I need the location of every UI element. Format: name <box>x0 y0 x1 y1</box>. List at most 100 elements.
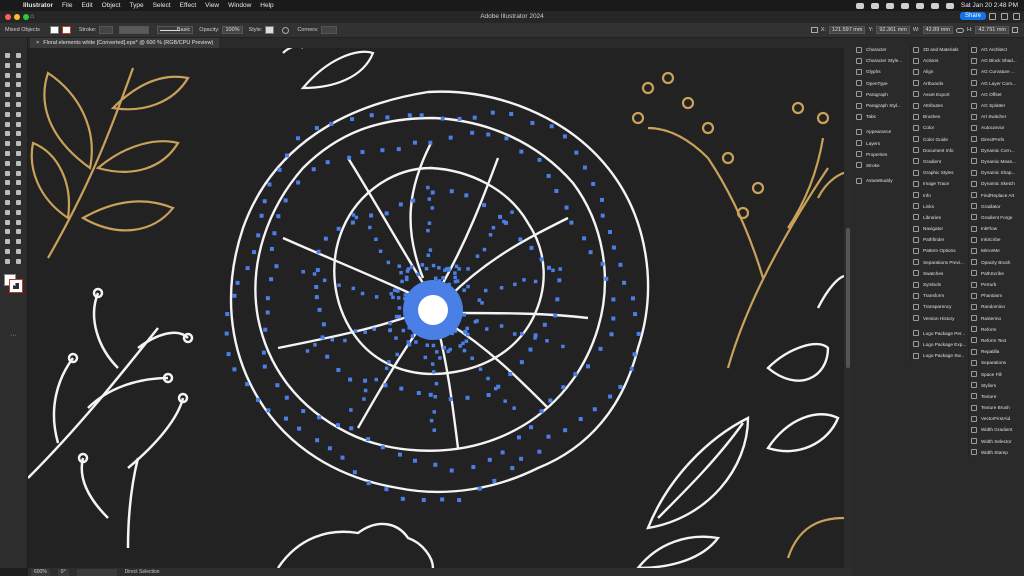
anchor-point[interactable] <box>398 202 403 207</box>
panel-item[interactable]: Libraries <box>913 212 966 223</box>
panel-item[interactable]: Dynamic Sketch <box>971 178 1022 189</box>
anchor-point[interactable] <box>352 470 357 475</box>
tool-icon[interactable] <box>14 72 23 79</box>
panel-item[interactable]: Artboards <box>913 78 966 89</box>
anchor-point[interactable] <box>431 370 436 374</box>
anchor-point[interactable] <box>611 245 616 250</box>
anchor-point[interactable] <box>403 296 407 301</box>
anchor-point[interactable] <box>546 434 551 439</box>
anchor-point[interactable] <box>340 455 345 460</box>
anchor-point[interactable] <box>350 220 355 225</box>
panel-item[interactable]: Color Guide <box>913 134 966 145</box>
anchor-point[interactable] <box>433 462 438 467</box>
anchor-point[interactable] <box>225 312 230 317</box>
anchor-point[interactable] <box>455 304 459 308</box>
anchor-point[interactable] <box>604 276 609 281</box>
tool-icon[interactable] <box>14 189 23 196</box>
anchor-point[interactable] <box>412 330 417 335</box>
anchor-point[interactable] <box>416 391 421 396</box>
more-tools-icon[interactable]: ··· <box>10 332 17 339</box>
anchor-point[interactable] <box>256 233 261 238</box>
anchor-point[interactable] <box>235 280 240 285</box>
menu-file[interactable]: File <box>62 2 72 9</box>
anchor-point[interactable] <box>551 268 555 273</box>
tool-icon[interactable] <box>14 228 23 235</box>
tool-icon[interactable] <box>14 199 23 206</box>
anchor-point[interactable] <box>513 282 517 287</box>
anchor-point[interactable] <box>392 288 397 293</box>
anchor-point[interactable] <box>454 318 459 323</box>
panel-item[interactable]: AG Architect <box>971 44 1022 55</box>
anchor-point[interactable] <box>399 270 403 275</box>
panel-item[interactable]: OpenType <box>856 78 908 89</box>
anchor-point[interactable] <box>432 428 437 432</box>
menubar-clock[interactable]: Sat Jan 20 2:48 PM <box>961 2 1018 9</box>
anchor-point[interactable] <box>529 425 534 430</box>
tool-icon[interactable] <box>3 219 12 226</box>
panel-item[interactable]: AG Curvature ... <box>971 66 1022 77</box>
anchor-point[interactable] <box>558 267 563 271</box>
anchor-point[interactable] <box>516 435 521 440</box>
tool-icon[interactable] <box>14 248 23 255</box>
anchor-point[interactable] <box>314 284 319 289</box>
anchor-point[interactable] <box>449 189 454 194</box>
anchor-point[interactable] <box>519 360 524 365</box>
panel-item[interactable]: PathScribe <box>971 268 1022 279</box>
panel-item[interactable]: Dynamic Shap... <box>971 167 1022 178</box>
anchor-point[interactable] <box>363 388 368 393</box>
tool-icon[interactable] <box>14 130 23 137</box>
anchor-point[interactable] <box>457 116 462 121</box>
anchor-point[interactable] <box>360 291 365 296</box>
panel-item[interactable]: Texture <box>971 391 1022 402</box>
status-extra-icon[interactable] <box>855 2 864 9</box>
anchor-point[interactable] <box>548 398 553 403</box>
panel-item[interactable]: Stroke <box>856 160 908 171</box>
tool-icon[interactable] <box>3 238 12 245</box>
anchor-point[interactable] <box>453 271 457 275</box>
anchor-point[interactable] <box>537 157 542 162</box>
anchor-point[interactable] <box>262 199 267 204</box>
graphic-style-swatch[interactable] <box>265 26 275 34</box>
panel-item[interactable]: AG Block Shad... <box>971 55 1022 66</box>
stroke-weight-field[interactable] <box>99 26 114 34</box>
panel-item[interactable]: Width Selector <box>971 436 1022 447</box>
anchor-point[interactable] <box>499 286 504 290</box>
anchor-point[interactable] <box>325 354 330 359</box>
tool-icon[interactable] <box>3 140 12 147</box>
anchor-point[interactable] <box>301 269 305 274</box>
anchor-point[interactable] <box>441 276 445 280</box>
panel-item[interactable]: Logo Package Exp... <box>913 339 966 350</box>
menu-help[interactable]: Help <box>260 2 273 9</box>
anchor-point[interactable] <box>473 320 478 324</box>
anchor-point[interactable] <box>512 332 517 336</box>
anchor-point[interactable] <box>430 206 435 210</box>
anchor-point[interactable] <box>546 265 551 270</box>
anchor-point[interactable] <box>510 210 514 214</box>
anchor-point[interactable] <box>562 134 567 139</box>
transform-menu-icon[interactable] <box>1012 27 1018 33</box>
anchor-point[interactable] <box>438 356 442 360</box>
menu-window[interactable]: Window <box>228 2 251 9</box>
anchor-point[interactable] <box>582 236 587 241</box>
anchor-point[interactable] <box>412 326 416 330</box>
tool-icon[interactable] <box>3 258 12 265</box>
anchor-point[interactable] <box>508 372 513 377</box>
anchor-point[interactable] <box>330 338 335 342</box>
tool-icon[interactable] <box>14 121 23 128</box>
anchor-point[interactable] <box>564 205 569 210</box>
menu-object[interactable]: Object <box>102 2 121 9</box>
anchor-point[interactable] <box>611 316 616 321</box>
anchor-point[interactable] <box>277 167 282 172</box>
panel-item[interactable]: Logo Package Per... <box>913 328 966 339</box>
anchor-point[interactable] <box>312 272 317 276</box>
anchor-point[interactable] <box>464 339 469 343</box>
tool-icon[interactable] <box>3 209 12 216</box>
anchor-point[interactable] <box>502 219 506 224</box>
panel-item[interactable]: DirectPrefs <box>971 134 1022 145</box>
anchor-point[interactable] <box>363 378 368 383</box>
anchor-point[interactable] <box>486 376 490 381</box>
panel-item[interactable]: AG Splatter <box>971 100 1022 111</box>
opacity-field[interactable]: 100% <box>222 26 243 34</box>
anchor-point[interactable] <box>416 272 420 277</box>
anchor-point[interactable] <box>400 279 404 284</box>
